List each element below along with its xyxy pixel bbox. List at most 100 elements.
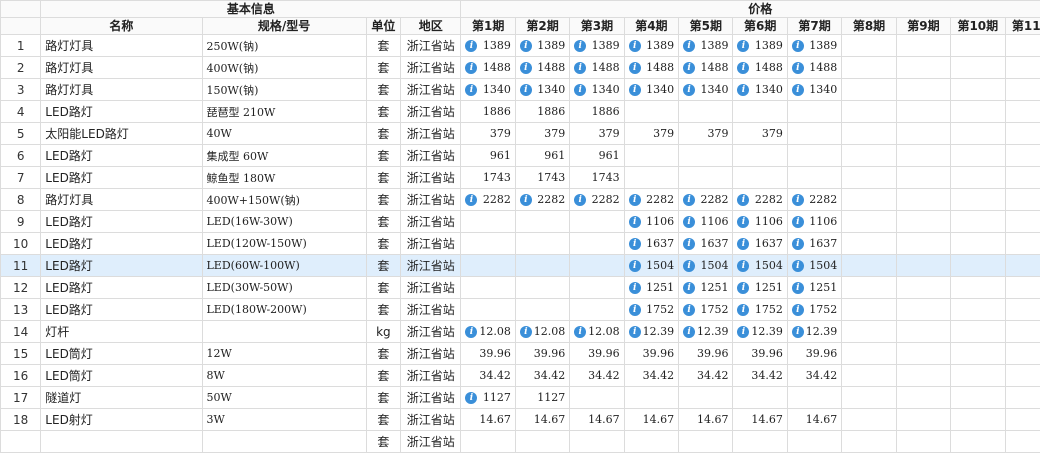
price-cell-empty[interactable] [841,298,897,321]
name-cell[interactable]: LED路灯 [40,276,203,299]
table-row[interactable]: 1 路灯灯具 250W(钠) 套浙江省站 i 1389 i 1389 i 1389 i 1389 i 13… [0,34,1040,57]
price-cell-empty[interactable] [895,364,952,387]
spec-cell[interactable]: LED(60W-100W) [201,254,367,277]
region-cell[interactable]: 浙江省站 [399,386,462,409]
price-cell-empty[interactable] [1004,78,1040,101]
unit-cell[interactable]: 套 [365,122,401,145]
price-cell[interactable] [786,166,843,189]
price-cell-empty[interactable] [841,100,897,123]
price-cell[interactable] [786,144,843,167]
price-cell[interactable]: 379 [514,122,571,145]
region-cell[interactable]: 浙江省站 [399,210,462,233]
unit-cell[interactable]: 套 [365,276,401,299]
price-cell[interactable] [786,430,843,453]
price-cell-empty[interactable] [1004,430,1040,453]
table-row[interactable]: 3 路灯灯具 150W(钠) 套浙江省站 i 1340 i 1340 i 1340 i 1340 i 13… [0,78,1040,101]
price-cell-empty[interactable] [841,166,897,189]
price-cell[interactable]: 1886 [460,100,516,123]
info-icon[interactable]: i [465,84,478,96]
table-row[interactable]: 10 LED路灯 LED(120W-150W) 套浙江省站 i 1637 i 1637 i 163… [0,232,1040,255]
price-cell[interactable]: 961 [460,144,516,167]
price-cell[interactable]: 39.96 [623,342,680,365]
info-icon[interactable]: i [791,216,804,228]
name-cell[interactable]: LED路灯 [40,232,203,255]
price-cell-empty[interactable] [841,276,897,299]
price-cell[interactable]: i 1488 [623,56,680,79]
price-cell-empty[interactable] [895,320,952,343]
price-cell-empty[interactable] [841,188,897,211]
unit-cell[interactable]: 套 [365,34,401,57]
price-cell[interactable] [623,430,680,453]
info-icon[interactable]: i [737,304,750,316]
price-cell[interactable]: 34.42 [623,364,680,387]
column-header[interactable]: 第2期 [514,17,571,35]
info-icon[interactable]: i [574,62,587,74]
info-icon[interactable]: i [683,260,696,272]
price-cell-empty[interactable] [950,364,1006,387]
table-row[interactable]: 7 LED路灯 鲸鱼型 180W 套浙江省站 1743 1743 1743 [0,166,1040,189]
column-header[interactable]: 第10期 [950,17,1006,35]
region-cell[interactable]: 浙江省站 [399,320,462,343]
info-icon[interactable]: i [628,40,641,52]
price-cell-empty[interactable] [950,430,1006,453]
row-index[interactable]: 8 [0,188,42,211]
name-cell[interactable]: 太阳能LED路灯 [40,122,203,145]
price-cell[interactable] [623,100,680,123]
price-cell[interactable]: i 1340 [678,78,734,101]
unit-cell[interactable]: 套 [365,298,401,321]
price-cell[interactable]: i 1504 [732,254,788,277]
name-cell[interactable]: LED筒灯 [40,364,203,387]
region-cell[interactable]: 浙江省站 [399,144,462,167]
price-cell[interactable]: i 1251 [623,276,680,299]
price-cell[interactable] [732,166,788,189]
price-cell[interactable] [623,166,680,189]
price-cell-empty[interactable] [841,342,897,365]
info-icon[interactable]: i [628,326,641,338]
price-cell-empty[interactable] [950,298,1006,321]
region-cell[interactable]: 浙江省站 [399,408,462,431]
spec-cell[interactable] [201,320,367,343]
row-index[interactable]: 2 [0,56,42,79]
info-icon[interactable]: i [683,216,696,228]
unit-cell[interactable]: 套 [365,144,401,167]
price-cell[interactable]: i 1389 [786,34,843,57]
price-cell-empty[interactable] [895,166,952,189]
table-row[interactable]: 5 太阳能LED路灯 40W 套浙江省站 379 379 379 379 379 379 [0,122,1040,145]
price-cell[interactable] [786,122,843,145]
info-icon[interactable]: i [683,304,696,316]
column-header[interactable]: 第11期 [1004,17,1040,35]
price-cell[interactable]: 39.96 [732,342,788,365]
price-cell[interactable]: i 1488 [460,56,516,79]
price-cell-empty[interactable] [1004,122,1040,145]
table-row[interactable]: 13 LED路灯 LED(180W-200W) 套浙江省站 i 1752 i 1752 i 175… [0,298,1040,321]
price-cell[interactable]: i 1752 [786,298,843,321]
unit-cell[interactable]: 套 [365,430,401,453]
spec-cell[interactable]: 50W [201,386,367,409]
price-cell-empty[interactable] [841,210,897,233]
info-icon[interactable]: i [791,260,804,272]
name-cell[interactable]: 灯杆 [40,320,203,343]
price-cell[interactable]: i 1504 [786,254,843,277]
price-cell-empty[interactable] [950,320,1006,343]
price-cell-empty[interactable] [1004,254,1040,277]
info-icon[interactable]: i [791,40,804,52]
price-cell[interactable]: i 12.39 [623,320,680,343]
info-icon[interactable]: i [737,194,750,206]
price-cell-empty[interactable] [950,122,1006,145]
info-icon[interactable]: i [628,260,641,272]
row-index[interactable]: 6 [0,144,42,167]
price-cell-empty[interactable] [895,34,952,57]
price-cell[interactable]: 14.67 [786,408,843,431]
info-icon[interactable]: i [628,304,641,316]
price-cell[interactable]: i 1389 [460,34,516,57]
price-cell[interactable]: i 12.08 [460,320,516,343]
info-icon[interactable]: i [465,392,478,404]
unit-cell[interactable]: kg [365,320,401,343]
region-cell[interactable]: 浙江省站 [399,100,462,123]
row-index[interactable]: 10 [0,232,42,255]
info-icon[interactable]: i [791,326,804,338]
spec-cell[interactable]: LED(120W-150W) [201,232,367,255]
price-cell[interactable]: i 1637 [623,232,680,255]
info-icon[interactable]: i [628,62,641,74]
price-cell-empty[interactable] [950,56,1006,79]
